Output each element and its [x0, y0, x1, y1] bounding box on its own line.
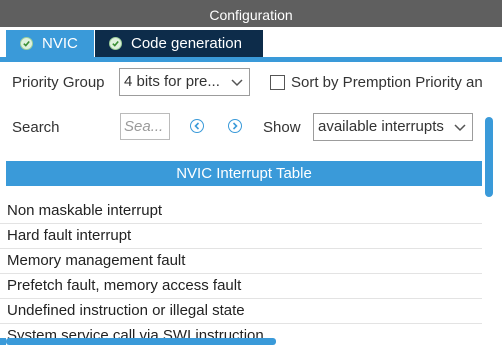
show-label: Show: [263, 119, 301, 136]
table-row[interactable]: Prefetch fault, memory access fault: [0, 274, 482, 299]
tab-code-generation[interactable]: Code generation: [95, 30, 263, 57]
table-row[interactable]: Hard fault interrupt: [0, 224, 482, 249]
check-circle-icon: [20, 37, 33, 50]
tab-nvic-label: NVIC: [42, 35, 78, 52]
interrupt-table: Non maskable interrupt Hard fault interr…: [0, 199, 482, 345]
chevron-right-icon: [232, 122, 238, 130]
priority-group-label: Priority Group: [12, 74, 105, 91]
table-row[interactable]: Non maskable interrupt: [0, 199, 482, 224]
horizontal-scrollbar[interactable]: [6, 338, 276, 345]
tab-nvic[interactable]: NVIC: [6, 30, 94, 57]
priority-group-value: 4 bits for pre...: [124, 73, 220, 90]
search-label: Search: [12, 119, 60, 136]
tab-code-generation-label: Code generation: [131, 35, 242, 52]
chevron-down-icon: [454, 124, 466, 132]
panel-top-border: [0, 57, 502, 62]
chevron-left-icon: [194, 122, 200, 130]
search-input[interactable]: Sea...: [120, 113, 170, 140]
check-circle-icon: [109, 37, 122, 50]
search-next-button[interactable]: [228, 119, 242, 133]
priority-group-select[interactable]: 4 bits for pre...: [119, 68, 250, 96]
sort-checkbox[interactable]: [270, 75, 285, 90]
sort-checkbox-label: Sort by Premption Priority an: [291, 74, 483, 91]
show-value: available interrupts: [318, 118, 444, 135]
table-row[interactable]: Undefined instruction or illegal state: [0, 299, 482, 324]
show-select[interactable]: available interrupts: [313, 113, 473, 141]
search-previous-button[interactable]: [190, 119, 204, 133]
chevron-down-icon: [231, 79, 243, 87]
table-header: NVIC Interrupt Table: [6, 161, 482, 186]
vertical-scrollbar[interactable]: [485, 117, 493, 197]
table-row[interactable]: Memory management fault: [0, 249, 482, 274]
window-title: Configuration: [0, 0, 502, 27]
tab-bar: NVIC Code generation: [0, 27, 502, 57]
